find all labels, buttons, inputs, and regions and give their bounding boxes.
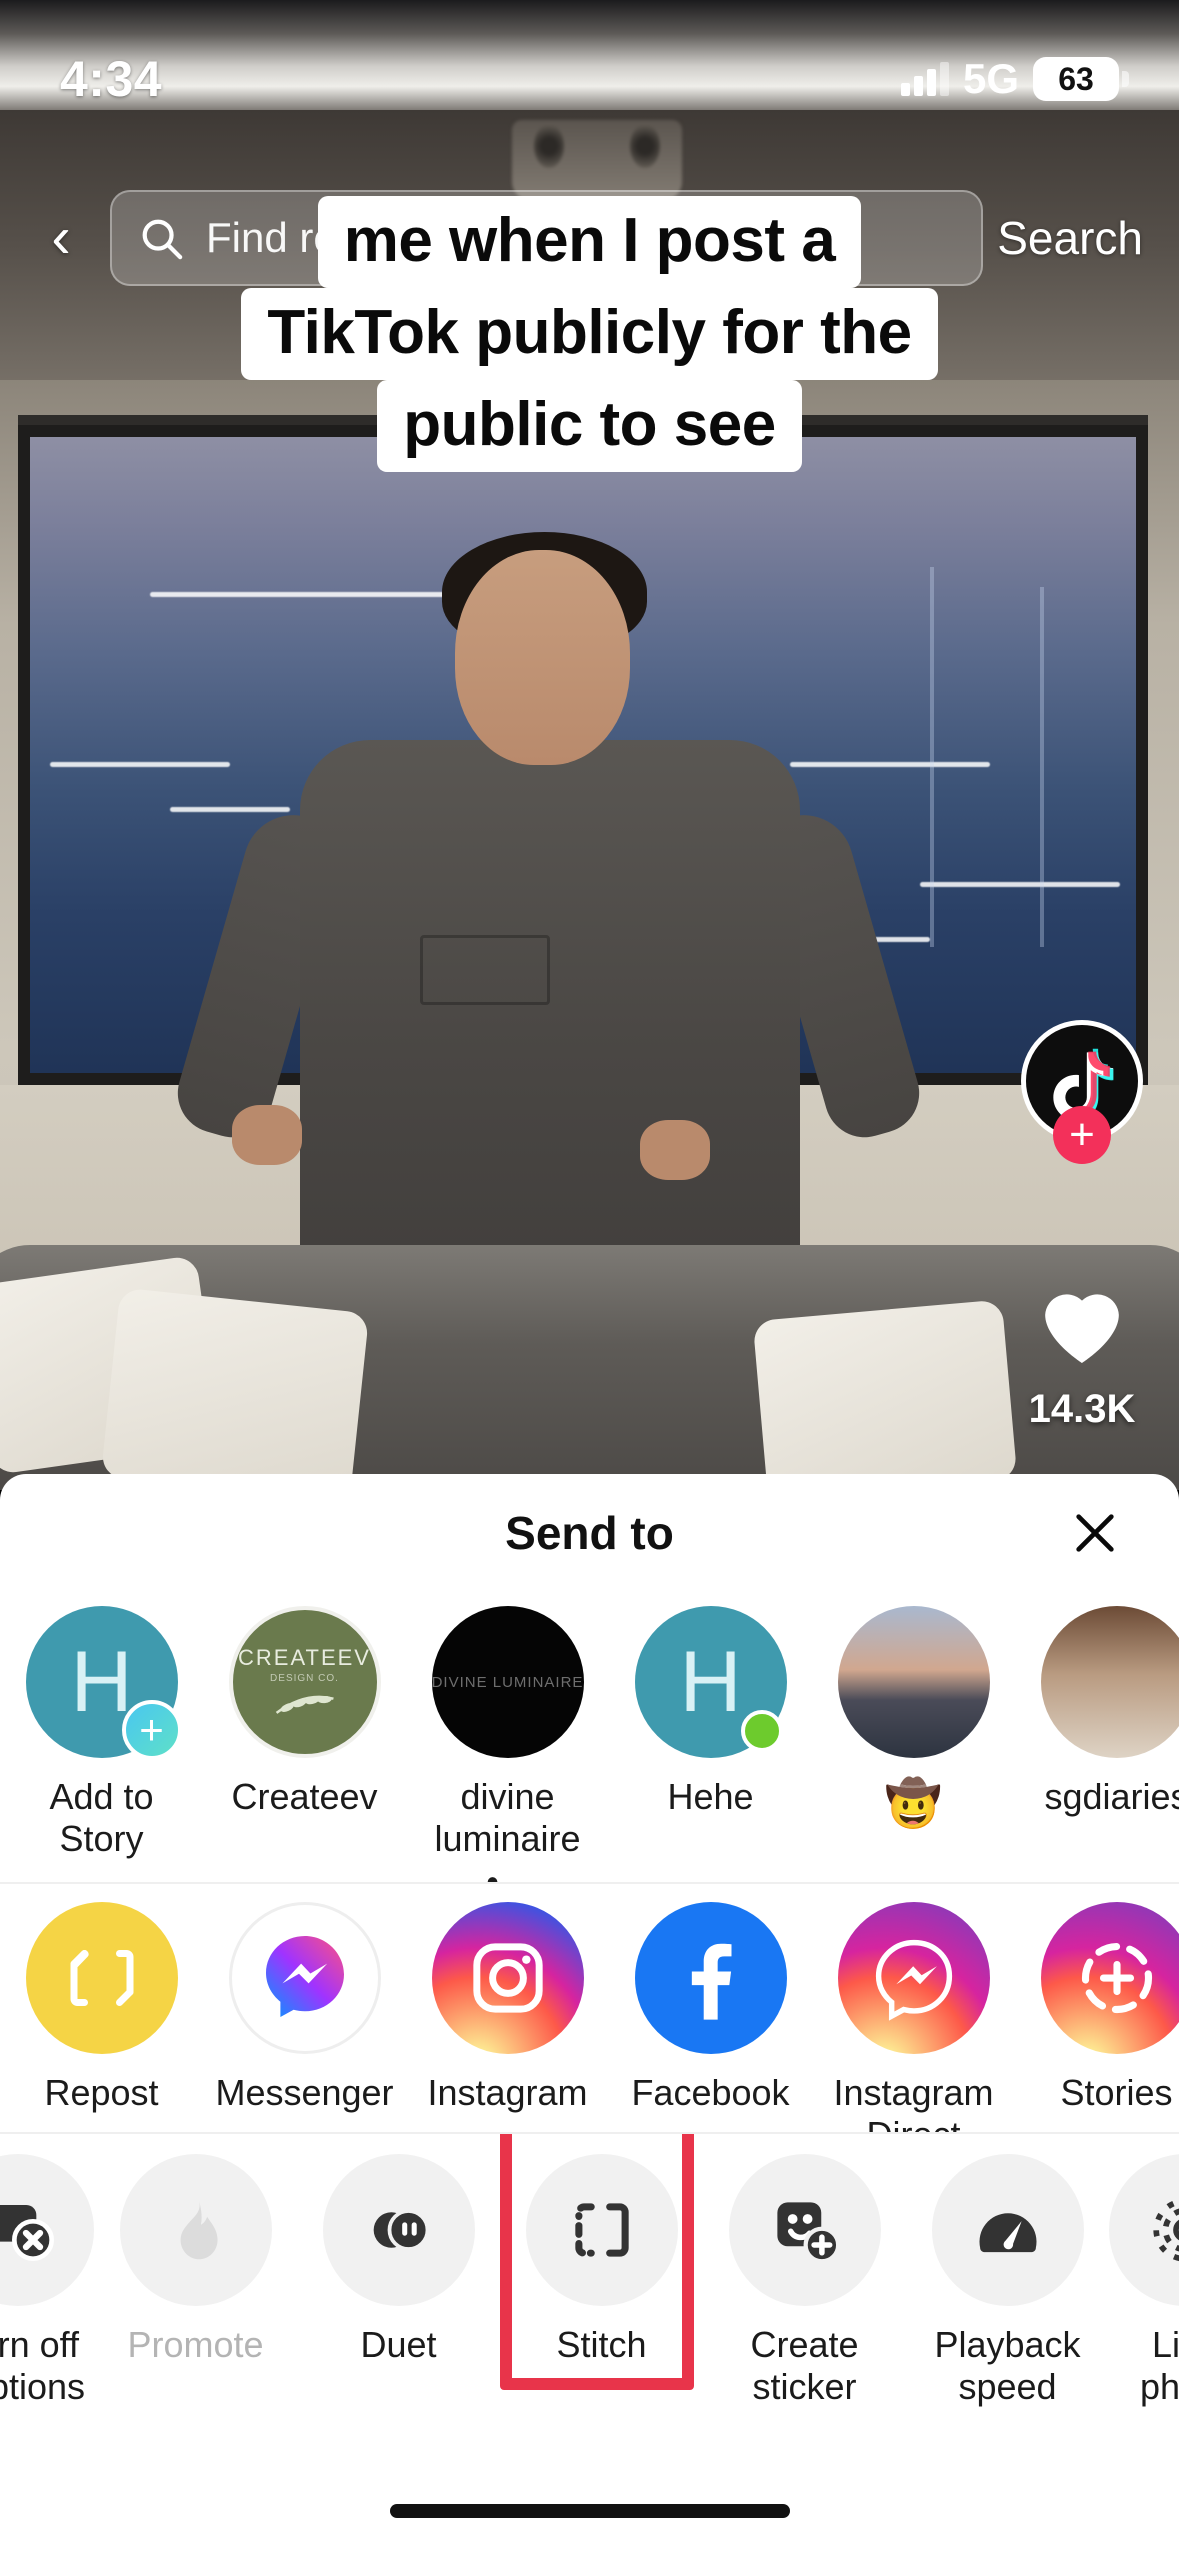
phone-screen: 4:34 5G 63 ‹ Find related content Search…: [0, 0, 1179, 2556]
avatar: [1040, 1606, 1179, 1758]
actions-row[interactable]: Turn off captions Promote: [0, 2132, 1179, 2412]
speedometer-icon: [931, 2154, 1084, 2306]
facebook-icon: [634, 1902, 787, 2054]
pillow: [752, 1299, 1018, 1490]
video-caption-overlay: me when I post a TikTok publicly for the…: [0, 196, 1179, 472]
app-label: Messenger: [215, 2072, 394, 2113]
action-label: Create sticker: [750, 2324, 859, 2408]
contact-createev[interactable]: CREATEEV DESIGN CO. Createev: [203, 1606, 406, 1818]
heart-icon: [1045, 1294, 1119, 1363]
status-bar: 4:34 5G 63: [0, 0, 1179, 120]
contact-label: Add to Story: [49, 1776, 154, 1860]
divine-luminaire-logo-icon: DIVINE LUMINAIRE: [431, 1606, 584, 1758]
like-button[interactable]: 14.3K: [1017, 1272, 1147, 1432]
contacts-row[interactable]: H + Add to Story CREATEEV DESIGN CO. Cre…: [0, 1592, 1179, 1882]
video-action-rail: + 14.3K: [1017, 1020, 1147, 1432]
action-stitch[interactable]: Stitch: [500, 2154, 703, 2366]
status-time: 4:34: [60, 51, 163, 107]
share-sheet-header: Send to: [0, 1474, 1179, 1592]
person-hand-right: [640, 1120, 710, 1180]
ceiling-light-fixture: [512, 120, 682, 200]
online-status-dot: [740, 1710, 783, 1752]
contact-divine-luminaire[interactable]: DIVINE LUMINAIRE divine luminaire •...: [406, 1606, 609, 1882]
divine-luminaire-logo-text: DIVINE LUMINAIRE: [431, 1673, 584, 1691]
app-messenger[interactable]: Messenger: [203, 1902, 406, 2114]
action-playback-speed[interactable]: Playback speed: [906, 2154, 1109, 2409]
plus-follow-icon[interactable]: +: [1053, 1106, 1111, 1164]
action-promote[interactable]: Promote: [94, 2154, 297, 2366]
shirt-pocket: [420, 935, 550, 1005]
app-label: Repost: [44, 2072, 159, 2113]
app-instagram[interactable]: Instagram: [406, 1902, 609, 2114]
action-label: Stitch: [556, 2324, 647, 2365]
share-sheet-title: Send to: [505, 1507, 674, 1559]
app-label: Instagram Direct: [833, 2072, 994, 2132]
action-create-sticker[interactable]: Create sticker: [703, 2154, 906, 2409]
contact-label: Hehe: [667, 1776, 754, 1817]
contact-cowboy[interactable]: 🤠: [812, 1606, 1015, 1830]
captions-off-icon: [0, 2154, 94, 2306]
contact-label: sgdiaries: [1044, 1776, 1179, 1817]
app-label: Facebook: [631, 2072, 790, 2113]
share-sheet: Send to H + Add to Story CREATEEV DESIGN…: [0, 1474, 1179, 2556]
person-hand-left: [232, 1105, 302, 1165]
battery-icon: 63: [1033, 57, 1129, 101]
apps-row[interactable]: Repost Messenger Instagram Facebook Inst…: [0, 1882, 1179, 2132]
avatar: DIVINE LUMINAIRE: [431, 1606, 584, 1758]
cellular-bars-icon: [900, 62, 949, 96]
avatar: H: [634, 1606, 787, 1758]
person-head: [455, 550, 630, 765]
avatar-photo: [837, 1606, 990, 1758]
home-indicator: [389, 2504, 790, 2518]
avatar: [837, 1606, 990, 1758]
app-repost[interactable]: Repost: [0, 1902, 203, 2114]
action-label: Playback speed: [934, 2324, 1081, 2408]
createev-logo-text: CREATEEV: [238, 1644, 371, 1670]
instagram-stories-icon: [1040, 1902, 1179, 2054]
instagram-icon: [431, 1902, 584, 2054]
action-live-photo[interactable]: Live photo: [1109, 2154, 1179, 2409]
status-indicators: 5G 63: [900, 55, 1129, 103]
action-label: Duet: [360, 2324, 437, 2365]
stitch-icon: [525, 2154, 678, 2306]
like-count-label: 14.3K: [1028, 1387, 1136, 1431]
create-sticker-icon: [728, 2154, 881, 2306]
action-duet[interactable]: Duet: [297, 2154, 500, 2366]
avatar: CREATEEV DESIGN CO.: [228, 1606, 381, 1758]
avatar-photo: [1040, 1606, 1179, 1758]
action-turn-off-captions[interactable]: Turn off captions: [0, 2154, 94, 2409]
action-label: Live photo: [1139, 2324, 1179, 2408]
contact-label: Createev: [231, 1776, 378, 1817]
duet-icon: [322, 2154, 475, 2306]
contact-label: divine luminaire •...: [434, 1776, 581, 1882]
contact-sgdiaries[interactable]: sgdiaries: [1015, 1606, 1179, 1818]
action-label: Turn off captions: [0, 2324, 86, 2408]
add-story-plus-icon: +: [121, 1700, 182, 1760]
creator-avatar[interactable]: +: [1021, 1020, 1143, 1164]
contact-label: 🤠: [884, 1777, 943, 1829]
repost-icon: [25, 1902, 178, 2054]
action-label: Promote: [127, 2324, 264, 2365]
live-photo-icon: [1109, 2154, 1179, 2306]
battery-level-label: 63: [1058, 60, 1094, 97]
app-instagram-direct[interactable]: Instagram Direct: [812, 1902, 1015, 2132]
app-facebook[interactable]: Facebook: [609, 1902, 812, 2114]
instagram-direct-icon: [837, 1902, 990, 2054]
contact-hehe[interactable]: H Hehe: [609, 1606, 812, 1818]
caption-line: me when I post a: [317, 196, 862, 288]
app-stories[interactable]: Stories: [1015, 1902, 1179, 2114]
contact-add-to-story[interactable]: H + Add to Story: [0, 1606, 203, 1861]
flame-icon: [119, 2154, 272, 2306]
avatar: H +: [25, 1606, 182, 1760]
messenger-icon: [228, 1902, 381, 2054]
app-label: Instagram: [427, 2072, 588, 2113]
network-type-label: 5G: [962, 55, 1019, 102]
app-label: Stories: [1060, 2072, 1173, 2113]
caption-line: TikTok publicly for the: [241, 288, 938, 380]
createev-logo-icon: CREATEEV DESIGN CO.: [228, 1606, 381, 1758]
pillow: [100, 1287, 370, 1490]
createev-logo-subtext: DESIGN CO.: [270, 1672, 339, 1684]
caption-line: public to see: [377, 380, 802, 472]
close-icon[interactable]: [1067, 1505, 1123, 1561]
